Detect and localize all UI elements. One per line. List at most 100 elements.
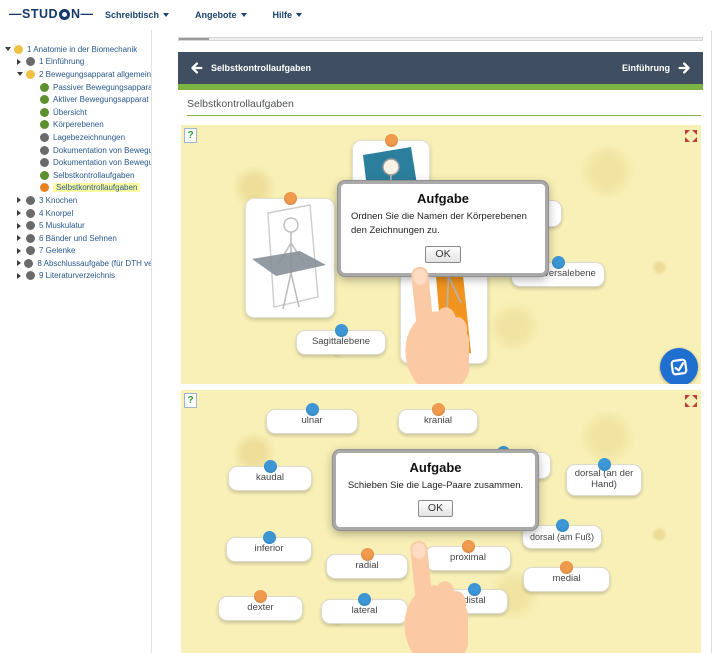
sidebar-item-gelenke[interactable]: 7 Gelenke (17, 245, 151, 258)
caret-closed-icon[interactable] (17, 273, 26, 279)
drop-dot-icon[interactable] (385, 134, 398, 147)
drag-label-lateral[interactable]: lateral (321, 599, 408, 624)
drag-label-dorsal-hand[interactable]: dorsal (an der Hand) (566, 464, 642, 496)
logo-ring-icon (59, 9, 70, 20)
caret-closed-icon[interactable] (17, 210, 26, 216)
drag-label-text: Sagittalebene (312, 336, 370, 347)
check-answer-button[interactable] (660, 348, 698, 384)
status-dot-icon (14, 45, 23, 54)
sidebar-item-label: Aktiver Bewegungsapparat (53, 95, 149, 104)
sidebar-item-label: 2 Bewegungsapparat allgemein (39, 70, 151, 79)
drag-label-ulnar[interactable]: ulnar (266, 409, 358, 434)
sidebar-item-einfuehrung[interactable]: 1 Einführung (17, 56, 151, 69)
help-icon[interactable]: ? (184, 393, 197, 408)
drag-dot-icon (462, 540, 475, 553)
transversal-plane-drawing (246, 199, 334, 317)
drag-dot-icon (335, 324, 348, 337)
drag-label-inferior[interactable]: inferior (226, 537, 312, 562)
drag-label-medial[interactable]: medial (523, 567, 610, 592)
menu-hilfe[interactable]: Hilfe (273, 10, 303, 20)
status-dot-icon (26, 196, 35, 205)
caret-closed-icon[interactable] (17, 197, 26, 203)
drag-label-text: distal (463, 595, 485, 606)
sidebar-item-koerperebenen[interactable]: Körperebenen (40, 119, 151, 132)
fullscreen-icon[interactable] (685, 130, 697, 142)
status-dot-icon (26, 234, 35, 243)
sidebar-item-literaturverzeichnis[interactable]: 9 Literaturverzeichnis (17, 270, 151, 283)
sidebar-item-label: Passiver Bewegungsapparat (53, 83, 151, 92)
caret-closed-icon[interactable] (17, 59, 26, 65)
ok-button[interactable]: OK (418, 500, 453, 517)
drag-dot-icon (306, 403, 319, 416)
sidebar-item-muskulatur[interactable]: 5 Muskulatur (17, 219, 151, 232)
sidebar-item-label: Selbstkontrollaufgaben (53, 171, 134, 180)
sidebar-item-label: Übersicht (53, 108, 87, 117)
sidebar-item-aktiver-bewegungsapparat[interactable]: Aktiver Bewegungsapparat (40, 93, 151, 106)
sidebar-item-label: Lagebezeichnungen (53, 133, 125, 142)
menu-schreibtisch[interactable]: Schreibtisch (105, 10, 169, 20)
dialog-text: Schieben Sie die Lage-Paare zusammen. (346, 479, 525, 493)
sidebar-item-selbstkontrollaufgaben-2[interactable]: Selbstkontrollaufgaben (40, 182, 151, 195)
help-icon[interactable]: ? (184, 128, 197, 143)
pager-previous[interactable]: Selbstkontrollaufgaben (188, 60, 311, 76)
status-dot-icon (26, 246, 35, 255)
sidebar-item-label-selected: Selbstkontrollaufgaben (53, 183, 140, 192)
drop-dot-icon[interactable] (284, 192, 297, 205)
sidebar-item-label: 7 Gelenke (39, 246, 75, 255)
caret-open-icon[interactable] (17, 72, 26, 76)
sidebar-item-label: Dokumentation von Bewegungen (1 (53, 146, 151, 155)
drag-dot-icon (556, 519, 569, 532)
studon-logo[interactable]: —STUDN— (9, 7, 94, 21)
sidebar-item-abschlussaufgabe[interactable]: 8 Abschlussaufgabe (für DTH verpflicht (17, 257, 151, 270)
status-dot-icon (40, 83, 49, 92)
drop-card-transversalebene[interactable] (245, 198, 335, 318)
drag-label-radial[interactable]: radial (326, 554, 408, 579)
drag-label-dexter[interactable]: dexter (218, 596, 303, 621)
drag-label-text: kranial (424, 415, 452, 426)
content-right-divider (711, 31, 712, 653)
drag-label-text: dorsal (an der Hand) (575, 468, 634, 490)
caret-closed-icon[interactable] (17, 248, 26, 254)
scrollbar-thumb[interactable] (179, 38, 209, 40)
dialog-title: Aufgabe (346, 460, 525, 475)
sidebar-item-dokumentation-von-bewegungen-1[interactable]: Dokumentation von Bewegungen (1 (40, 144, 151, 157)
sidebar-item-uebersicht[interactable]: Übersicht (40, 106, 151, 119)
menu-angebote[interactable]: Angebote (195, 10, 247, 20)
sidebar-item-selbstkontrollaufgaben-1[interactable]: Selbstkontrollaufgaben (40, 169, 151, 182)
sidebar-item-lagebezeichnungen[interactable]: Lagebezeichnungen (40, 131, 151, 144)
caret-closed-icon[interactable] (17, 223, 26, 229)
drag-dot-icon (358, 593, 371, 606)
chapter-pager-bar: Selbstkontrollaufgaben Einführung (178, 52, 703, 84)
drag-label-kranial[interactable]: kranial (398, 409, 478, 434)
drag-label-sagittalebene[interactable]: Sagittalebene (296, 330, 386, 355)
drag-label-text: kaudal (256, 472, 284, 483)
drag-label-text: ulnar (301, 415, 322, 426)
fullscreen-icon[interactable] (685, 395, 697, 407)
sidebar-item-passiver-bewegungsapparat[interactable]: Passiver Bewegungsapparat (40, 81, 151, 94)
caret-closed-icon[interactable] (17, 235, 26, 241)
pager-next[interactable]: Einführung (622, 60, 693, 76)
drag-label-text: dorsal (am Fuß) (530, 532, 594, 542)
drag-label-distal[interactable]: distal (441, 589, 508, 614)
drag-dot-icon (361, 548, 374, 561)
sidebar-item-knorpel[interactable]: 4 Knorpel (17, 207, 151, 220)
sidebar-item-anatomie-in-der-biomechanik[interactable]: 1 Anatomie in der Biomechanik (5, 43, 151, 56)
caret-open-icon[interactable] (5, 47, 14, 51)
sidebar-item-label: 5 Muskulatur (39, 221, 85, 230)
drag-label-kaudal[interactable]: kaudal (228, 466, 312, 491)
arrow-left-icon (188, 60, 204, 76)
caret-closed-icon[interactable] (17, 260, 24, 266)
ok-button[interactable]: OK (425, 246, 460, 263)
check-square-icon (668, 356, 691, 379)
sidebar-item-baender-und-sehnen[interactable]: 6 Bänder und Sehnen (17, 232, 151, 245)
status-dot-icon (26, 221, 35, 230)
dialog-title: Aufgabe (351, 191, 535, 206)
horizontal-scrollbar[interactable] (178, 37, 703, 41)
task-dialog: Aufgabe Schieben Sie die Lage-Paare zusa… (333, 450, 538, 530)
sidebar-item-knochen[interactable]: 3 Knochen (17, 194, 151, 207)
drag-label-proximal[interactable]: proximal (425, 546, 511, 571)
sidebar-item-bewegungsapparat-allgemein[interactable]: 2 Bewegungsapparat allgemein (17, 68, 151, 81)
sidebar-item-dokumentation-von-bewegungen-2[interactable]: Dokumentation von Bewegungen (2 (40, 156, 151, 169)
drag-dot-icon (254, 590, 267, 603)
drag-dot-icon (560, 561, 573, 574)
